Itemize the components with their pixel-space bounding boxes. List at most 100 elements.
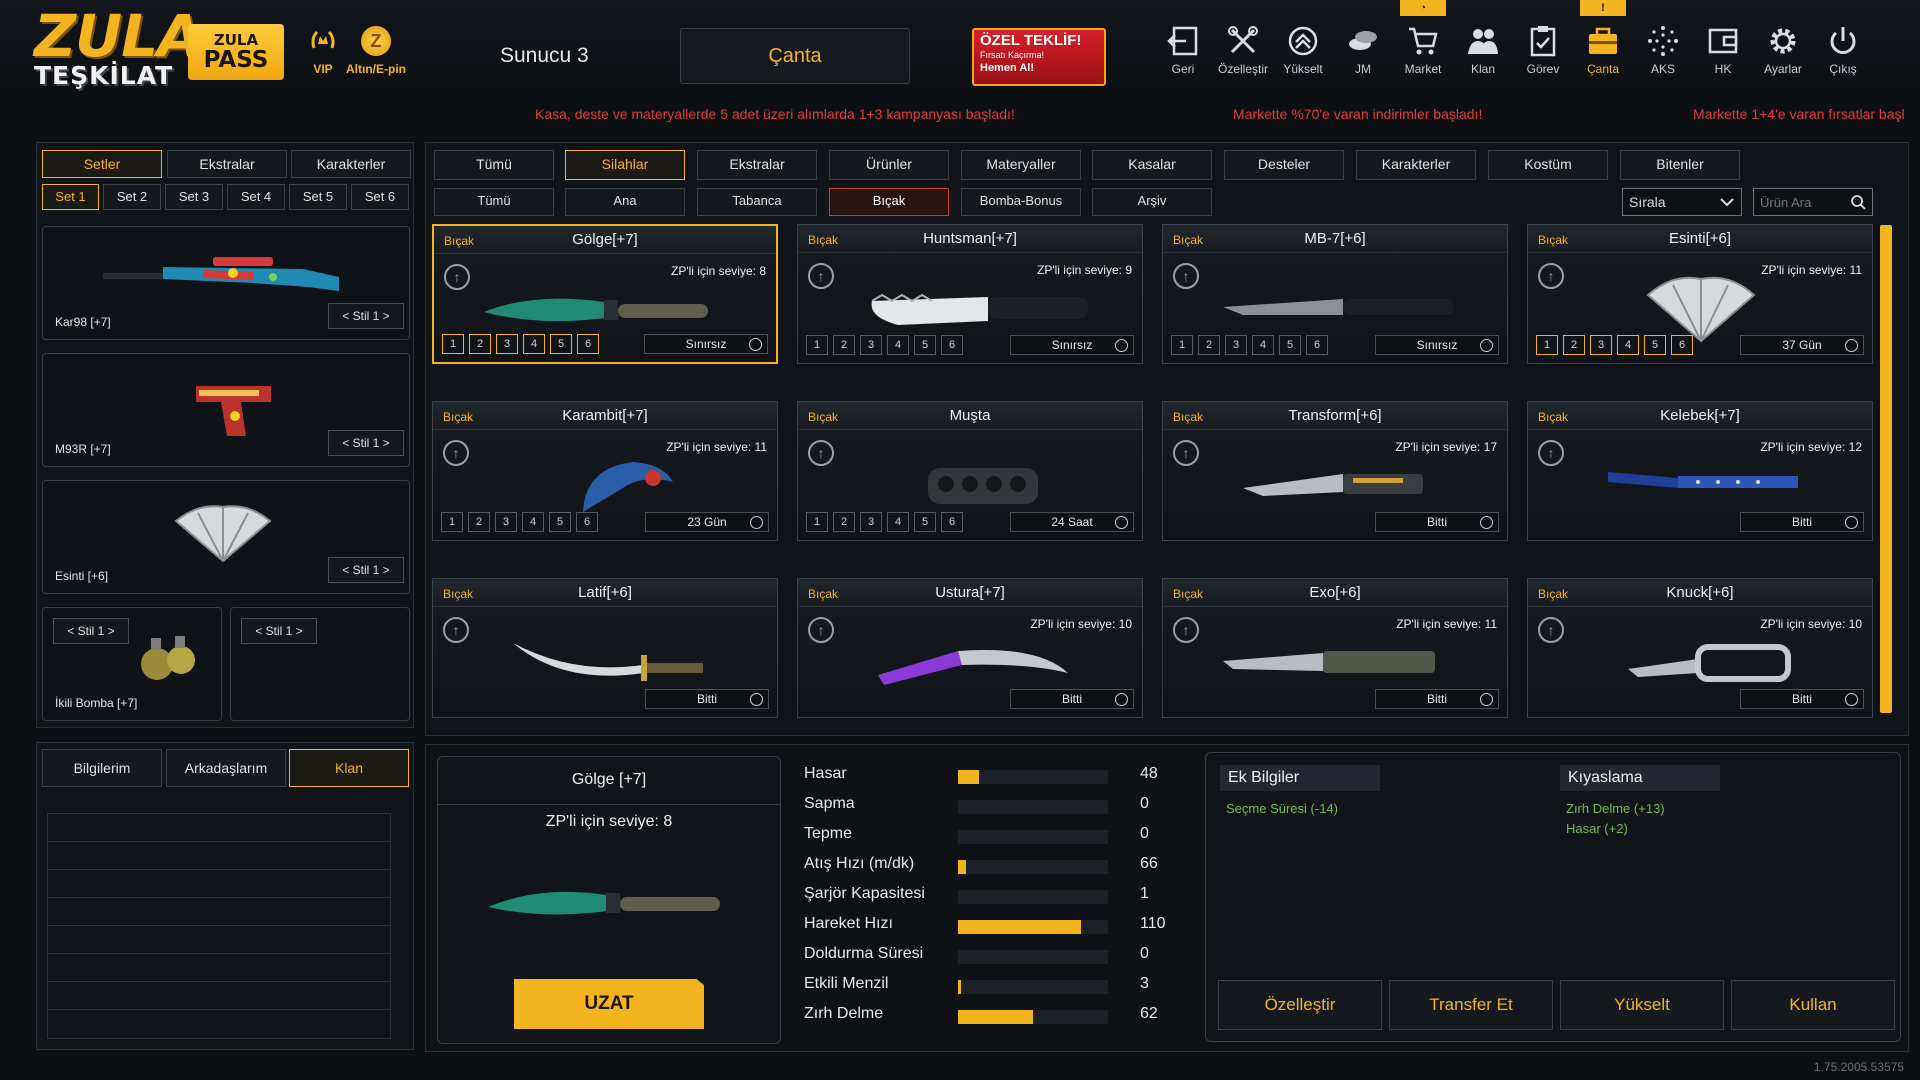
item-card[interactable]: Bıçak Kelebek[+7] ↑ ZP'li için seviye: 1… [1527,401,1873,541]
set-slot-empty[interactable]: < Stil 1 > [230,607,410,721]
slot-6[interactable]: 6 [577,334,599,354]
customize-button[interactable]: Özelleştir [1218,980,1382,1030]
slot-1[interactable]: 1 [442,334,464,354]
filter-costume[interactable]: Kostüm [1488,150,1608,180]
vip-button[interactable]: VIP [302,26,344,76]
search-input[interactable] [1754,189,1846,215]
zula-pass-button[interactable]: ZULA PASS [188,24,284,80]
nav-settings[interactable]: Ayarlar [1753,24,1813,84]
style-selector[interactable]: < Stil 1 > [241,618,317,644]
list-row[interactable] [48,842,390,870]
nav-aks[interactable]: AKS [1633,24,1693,84]
slot-2[interactable]: 2 [468,512,490,532]
nav-market[interactable]: ◔ Market [1393,0,1453,84]
bag-tab[interactable]: Çanta [680,28,910,84]
gold-epin-button[interactable]: Z Altın/E-pin [340,26,412,76]
slot-2[interactable]: 2 [1563,335,1585,355]
slot-1[interactable]: 1 [1536,335,1558,355]
tab-characters[interactable]: Karakterler [291,150,411,178]
set-5-tab[interactable]: Set 5 [289,184,347,210]
slot-4[interactable]: 4 [887,512,909,532]
filter-expired[interactable]: Bitenler [1620,150,1740,180]
upgrade-arrow-icon[interactable]: ↑ [1173,440,1199,466]
set-slot-knife[interactable]: Esinti [+6] < Stil 1 > [42,480,410,594]
filter-decks[interactable]: Desteler [1224,150,1344,180]
nav-back[interactable]: Geri [1153,24,1213,84]
subfilter-bomb-bonus[interactable]: Bomba-Bonus [961,188,1081,216]
filter-materials[interactable]: Materyaller [961,150,1081,180]
special-offer-button[interactable]: ÖZEL TEKLİF! Fırsatı Kaçırma! Hemen Al! [972,28,1106,86]
set-6-tab[interactable]: Set 6 [351,184,409,210]
use-button[interactable]: Kullan [1731,980,1895,1030]
upgrade-arrow-icon[interactable]: ↑ [443,440,469,466]
slot-1[interactable]: 1 [806,512,828,532]
slot-1[interactable]: 1 [806,335,828,355]
set-1-tab[interactable]: Set 1 [42,184,99,210]
filter-cases[interactable]: Kasalar [1092,150,1212,180]
nav-exit[interactable]: Çıkış [1813,24,1873,84]
set-3-tab[interactable]: Set 3 [165,184,223,210]
item-card[interactable]: Bıçak MB-7[+6] ↑ 123456 Sınırsız [1162,224,1508,364]
nav-jm[interactable]: JM [1333,24,1393,84]
subfilter-knife[interactable]: Bıçak [829,188,949,216]
upgrade-arrow-icon[interactable]: ↑ [808,440,834,466]
tab-my-info[interactable]: Bilgilerim [42,749,162,787]
tab-extras[interactable]: Ekstralar [167,150,287,178]
set-slot-primary[interactable]: Kar98 [+7] < Stil 1 > [42,226,410,340]
slot-6[interactable]: 6 [1306,335,1328,355]
nav-upgrade[interactable]: Yükselt [1273,24,1333,84]
nav-bag[interactable]: ! Çanta [1573,0,1633,84]
slot-2[interactable]: 2 [833,512,855,532]
list-row[interactable] [48,870,390,898]
style-selector[interactable]: < Stil 1 > [328,303,404,329]
upgrade-arrow-icon[interactable]: ↑ [808,263,834,289]
subfilter-all[interactable]: Tümü [434,188,554,216]
filter-extras[interactable]: Ekstralar [697,150,817,180]
subfilter-primary[interactable]: Ana [565,188,685,216]
slot-6[interactable]: 6 [941,512,963,532]
upgrade-arrow-icon[interactable]: ↑ [1538,440,1564,466]
item-card[interactable]: Bıçak Transform[+6] ↑ ZP'li için seviye:… [1162,401,1508,541]
nav-missions[interactable]: Görev [1513,24,1573,84]
slot-3[interactable]: 3 [860,512,882,532]
slot-6[interactable]: 6 [576,512,598,532]
slot-4[interactable]: 4 [887,335,909,355]
slot-3[interactable]: 3 [1225,335,1247,355]
tab-clan[interactable]: Klan [289,749,409,787]
slot-2[interactable]: 2 [833,335,855,355]
slot-6[interactable]: 6 [941,335,963,355]
item-card[interactable]: Bıçak Gölge[+7] ↑ ZP'li için seviye: 8 1… [432,224,778,364]
item-card[interactable]: Bıçak Esinti[+6] ↑ ZP'li için seviye: 11… [1527,224,1873,364]
subfilter-pistol[interactable]: Tabanca [697,188,817,216]
style-selector[interactable]: < Stil 1 > [53,618,129,644]
item-card[interactable]: Bıçak Exo[+6] ↑ ZP'li için seviye: 11 Bi… [1162,578,1508,718]
style-selector[interactable]: < Stil 1 > [328,557,404,583]
item-card[interactable]: Bıçak Huntsman[+7] ↑ ZP'li için seviye: … [797,224,1143,364]
list-row[interactable] [48,1010,390,1038]
filter-products[interactable]: Ürünler [829,150,949,180]
nav-clan[interactable]: Klan [1453,24,1513,84]
list-row[interactable] [48,898,390,926]
slot-4[interactable]: 4 [1252,335,1274,355]
filter-characters[interactable]: Karakterler [1356,150,1476,180]
slot-5[interactable]: 5 [914,512,936,532]
slot-3[interactable]: 3 [496,334,518,354]
slot-1[interactable]: 1 [441,512,463,532]
item-card[interactable]: Bıçak Latif[+6] ↑ Bitti [432,578,778,718]
set-slot-grenade[interactable]: < Stil 1 > İkili Bomba [+7] [42,607,222,721]
upgrade-arrow-icon[interactable]: ↑ [1173,263,1199,289]
nav-customize[interactable]: Özelleştir [1213,24,1273,84]
slot-4[interactable]: 4 [1617,335,1639,355]
list-row[interactable] [48,926,390,954]
slot-3[interactable]: 3 [860,335,882,355]
upgrade-arrow-icon[interactable]: ↑ [1538,263,1564,289]
slot-3[interactable]: 3 [1590,335,1612,355]
nav-hk[interactable]: HK [1693,24,1753,84]
set-2-tab[interactable]: Set 2 [103,184,161,210]
slot-2[interactable]: 2 [1198,335,1220,355]
upgrade-button[interactable]: Yükselt [1560,980,1724,1030]
slot-4[interactable]: 4 [522,512,544,532]
transfer-button[interactable]: Transfer Et [1389,980,1553,1030]
slot-1[interactable]: 1 [1171,335,1193,355]
item-card[interactable]: Bıçak Knuck[+6] ↑ ZP'li için seviye: 10 … [1527,578,1873,718]
